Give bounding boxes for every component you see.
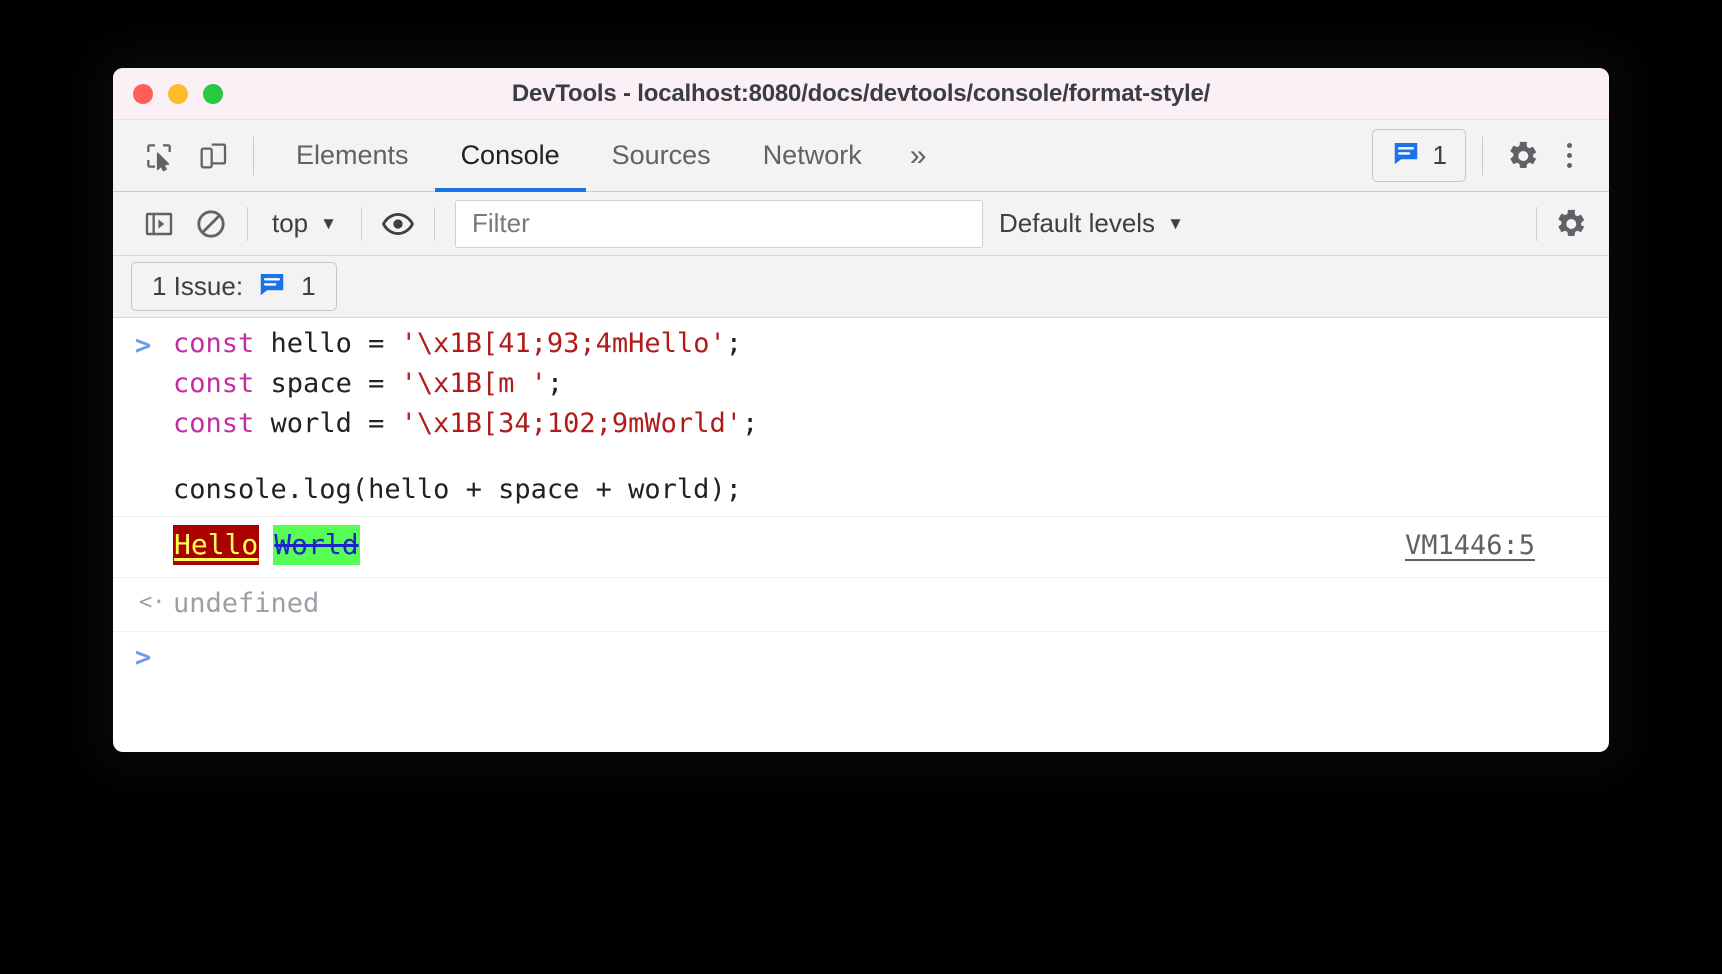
window-traffic-lights: [133, 84, 223, 104]
gear-icon[interactable]: [1499, 132, 1547, 180]
console-toolbar: top ▼ Filter Default levels ▼: [113, 192, 1609, 256]
zoom-window-button[interactable]: [203, 84, 223, 104]
console-input-line-5: console.log(hello + space + world);: [173, 470, 1609, 510]
ansi-world-text: World: [273, 525, 359, 565]
console-result-row: <· undefined: [113, 578, 1609, 632]
execution-context-selector[interactable]: top ▼: [258, 208, 351, 239]
window-title: DevTools - localhost:8080/docs/devtools/…: [113, 80, 1609, 108]
console-new-prompt-row[interactable]: >: [113, 632, 1609, 694]
devtools-tabbar: Elements Console Sources Network » 1: [113, 120, 1609, 192]
console-input-line-1: const hello = '\x1B[41;93;4mHello';: [173, 324, 1609, 364]
code-text-1: hello =: [271, 328, 401, 359]
ansi-hello-text: Hello: [173, 525, 259, 565]
tabbar-divider-2: [1482, 137, 1483, 175]
string-literal-2: '\x1B[m ': [401, 368, 547, 399]
console-prompt-icon-new: >: [135, 638, 169, 678]
close-window-button[interactable]: [133, 84, 153, 104]
devtools-window: DevTools - localhost:8080/docs/devtools/…: [113, 68, 1609, 752]
code-semicolon-1: ;: [726, 328, 742, 359]
log-levels-dropdown[interactable]: Default levels ▼: [983, 208, 1200, 239]
filter-input[interactable]: Filter: [455, 200, 983, 248]
tab-network[interactable]: Network: [737, 120, 888, 192]
console-input-blank-line: [113, 444, 1609, 470]
console-input-entry[interactable]: > const hello = '\x1B[41;93;4mHello'; co…: [113, 318, 1609, 516]
issues-counter-button[interactable]: 1: [1372, 129, 1466, 182]
screenshot-root: DevTools - localhost:8080/docs/devtools/…: [0, 0, 1722, 974]
console-input-line-3: const world = '\x1B[34;102;9mWorld';: [173, 404, 1609, 444]
log-levels-label: Default levels: [999, 208, 1155, 239]
device-toolbar-icon[interactable]: [189, 132, 237, 180]
code-semicolon-3: ;: [742, 408, 758, 439]
issues-strip: 1 Issue: 1: [113, 256, 1609, 318]
issues-summary-label: 1 Issue:: [152, 271, 243, 302]
toolbar-divider-3: [434, 207, 435, 241]
string-literal-3: '\x1B[34;102;9mWorld': [401, 408, 742, 439]
issues-count: 1: [1433, 140, 1447, 171]
console-source-link[interactable]: VM1446:5: [1405, 530, 1535, 561]
more-tabs-icon[interactable]: »: [888, 139, 943, 173]
console-settings-gear-icon[interactable]: [1547, 200, 1595, 248]
issues-speech-bubble-icon: [1391, 138, 1421, 173]
console-messages: > const hello = '\x1B[41;93;4mHello'; co…: [113, 318, 1609, 694]
chevron-down-icon-levels: ▼: [1167, 214, 1184, 234]
issues-summary-button[interactable]: 1 Issue: 1: [131, 262, 337, 311]
console-output-row: Hello World VM1446:5: [113, 516, 1609, 578]
console-sidebar-icon[interactable]: [133, 200, 185, 248]
tab-elements[interactable]: Elements: [270, 120, 435, 192]
code-text-3: world =: [271, 408, 401, 439]
toolbar-divider-1: [247, 207, 248, 241]
keyword-const-1: const: [173, 328, 271, 359]
minimize-window-button[interactable]: [168, 84, 188, 104]
toolbar-divider-2: [361, 207, 362, 241]
code-text-2: space =: [271, 368, 401, 399]
execution-context-label: top: [272, 208, 308, 239]
filter-placeholder: Filter: [472, 208, 530, 239]
toolbar-divider-4: [1536, 207, 1537, 241]
string-literal-1: '\x1B[41;93;4mHello': [401, 328, 726, 359]
live-expression-eye-icon[interactable]: [372, 200, 424, 248]
keyword-const-2: const: [173, 368, 271, 399]
chevron-down-icon: ▼: [320, 214, 337, 234]
console-input-line-2: const space = '\x1B[m ';: [173, 364, 1609, 404]
kebab-menu-icon[interactable]: [1547, 132, 1591, 180]
clear-console-icon[interactable]: [185, 200, 237, 248]
window-titlebar: DevTools - localhost:8080/docs/devtools/…: [113, 68, 1609, 120]
inspect-element-icon[interactable]: [135, 132, 183, 180]
tabbar-divider: [253, 137, 254, 175]
issues-speech-bubble-icon-strip: [257, 269, 287, 304]
issues-strip-count: 1: [301, 271, 315, 302]
tab-console[interactable]: Console: [435, 120, 586, 192]
return-value-arrow-icon: <·: [139, 590, 166, 615]
tab-sources[interactable]: Sources: [586, 120, 737, 192]
console-prompt-icon: >: [135, 326, 169, 366]
keyword-const-3: const: [173, 408, 271, 439]
console-result-value: undefined: [173, 588, 319, 619]
code-semicolon-2: ;: [547, 368, 563, 399]
